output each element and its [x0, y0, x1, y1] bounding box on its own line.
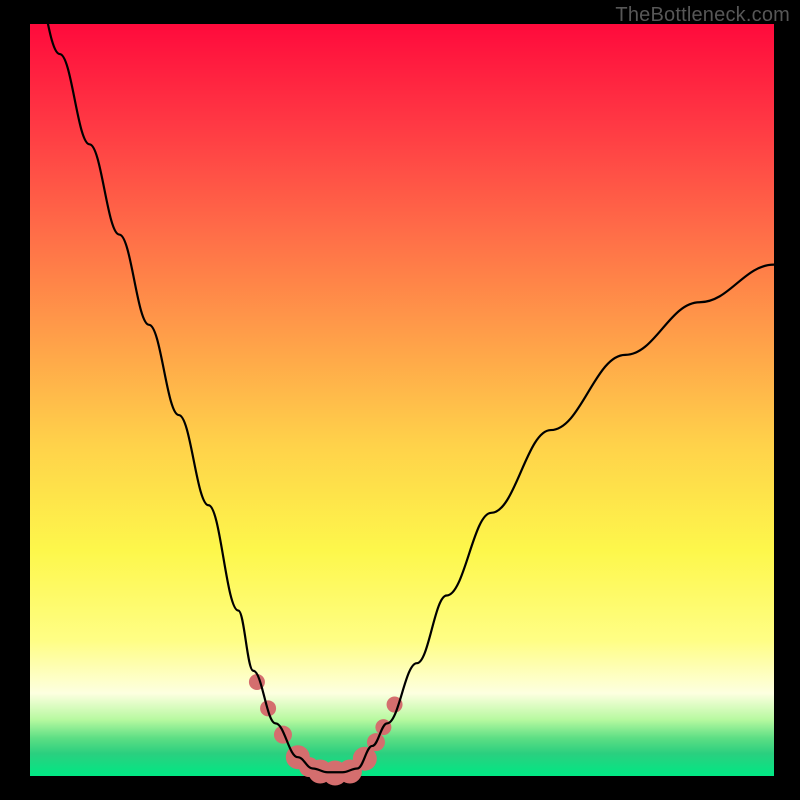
watermark-text: TheBottleneck.com	[615, 4, 790, 27]
chart-svg	[30, 24, 774, 776]
chart-plot-area	[30, 24, 774, 776]
bottleneck-curve	[30, 0, 774, 772]
marker-group	[249, 674, 403, 785]
marker-dot	[274, 726, 292, 744]
chart-frame: TheBottleneck.com	[0, 0, 800, 800]
